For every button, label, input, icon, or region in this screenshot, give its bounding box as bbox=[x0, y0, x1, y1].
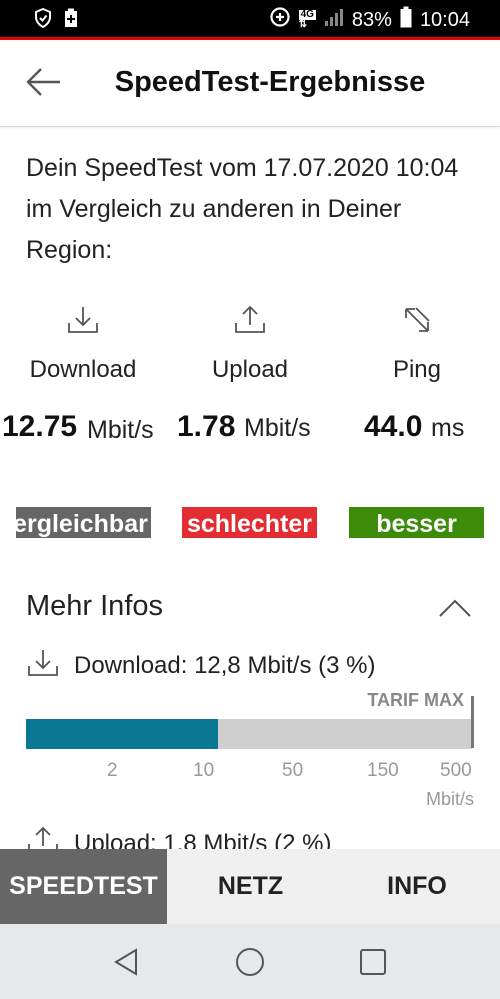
tarif-max-label: TARIF MAX bbox=[367, 690, 464, 710]
download-value: 12.75 bbox=[2, 410, 78, 443]
status-bar: 4G ⇅ 83% 10:04 bbox=[0, 0, 500, 40]
scale-tick: 10 bbox=[193, 760, 215, 781]
upload-comparison-badge: schlechter bbox=[182, 507, 317, 538]
ping-comparison-badge: besser bbox=[349, 507, 484, 538]
metric-download: Download bbox=[0, 300, 166, 384]
metric-label: Ping bbox=[392, 356, 442, 383]
scale-tick: 50 bbox=[282, 760, 304, 781]
scale-tick: 500 bbox=[440, 760, 472, 781]
more-info-title: Mehr Infos bbox=[26, 590, 163, 622]
metric-ping: Ping bbox=[334, 300, 500, 384]
battery-icon bbox=[400, 6, 412, 34]
data-saver-icon bbox=[269, 6, 291, 34]
nav-back-button[interactable] bbox=[110, 946, 142, 978]
bottom-tab-bar: SPEEDTEST NETZ INFO bbox=[0, 849, 500, 924]
download-detail-text: Download: 12,8 Mbit/s (3 %) bbox=[74, 651, 376, 679]
battery-plus-icon bbox=[64, 8, 78, 33]
system-nav-bar bbox=[0, 924, 500, 999]
metric-label: Upload bbox=[211, 356, 289, 383]
scale-tick: 2 bbox=[107, 760, 118, 781]
scale-unit: Mbit/s bbox=[425, 789, 474, 809]
badge-label: schlechter bbox=[186, 510, 313, 538]
nav-home-button[interactable] bbox=[234, 946, 266, 978]
square-recents-icon bbox=[360, 949, 386, 975]
app-header: SpeedTest-Ergebnisse bbox=[0, 40, 500, 127]
download-speed-bar bbox=[26, 719, 472, 749]
ping-value: 44.0 bbox=[364, 410, 423, 443]
shield-icon bbox=[34, 7, 52, 33]
tab-speedtest[interactable]: SPEEDTEST bbox=[0, 849, 167, 924]
intro-text: Dein SpeedTest vom 17.07.2020 10:04 im V… bbox=[26, 154, 459, 264]
tab-info[interactable]: INFO bbox=[334, 849, 500, 924]
download-unit: Mbit/s bbox=[87, 416, 154, 444]
ping-arrows-icon bbox=[334, 300, 500, 340]
metric-upload: Upload bbox=[167, 300, 333, 384]
download-icon bbox=[0, 300, 166, 340]
collapse-button[interactable] bbox=[438, 598, 472, 618]
triangle-back-icon bbox=[114, 948, 137, 976]
download-icon bbox=[26, 648, 60, 683]
upload-value: 1.78 bbox=[177, 410, 236, 443]
download-speed-bar-fill bbox=[26, 719, 218, 749]
tarif-max-marker bbox=[471, 696, 474, 748]
download-detail-row: Download: 12,8 Mbit/s (3 %) bbox=[26, 648, 375, 683]
badge-label: besser bbox=[376, 510, 457, 538]
download-comparison-badge: vergleichbar bbox=[16, 507, 151, 538]
circle-home-icon bbox=[236, 948, 264, 976]
badge-label: vergleichbar bbox=[16, 510, 148, 538]
nav-recents-button[interactable] bbox=[357, 946, 389, 978]
clock: 10:04 bbox=[419, 8, 470, 31]
network-type-icon: 4G ⇅ bbox=[298, 9, 316, 30]
battery-percent: 83% bbox=[351, 8, 392, 31]
ping-unit: ms bbox=[431, 414, 465, 442]
tab-netz[interactable]: NETZ bbox=[167, 849, 334, 924]
page-title: SpeedTest-Ergebnisse bbox=[114, 66, 426, 98]
upload-icon bbox=[167, 300, 333, 340]
metric-label: Download bbox=[29, 356, 137, 383]
scale-tick: 150 bbox=[367, 760, 399, 781]
chevron-up-icon bbox=[439, 599, 471, 617]
upload-unit: Mbit/s bbox=[244, 414, 311, 442]
signal-icon bbox=[324, 7, 344, 33]
